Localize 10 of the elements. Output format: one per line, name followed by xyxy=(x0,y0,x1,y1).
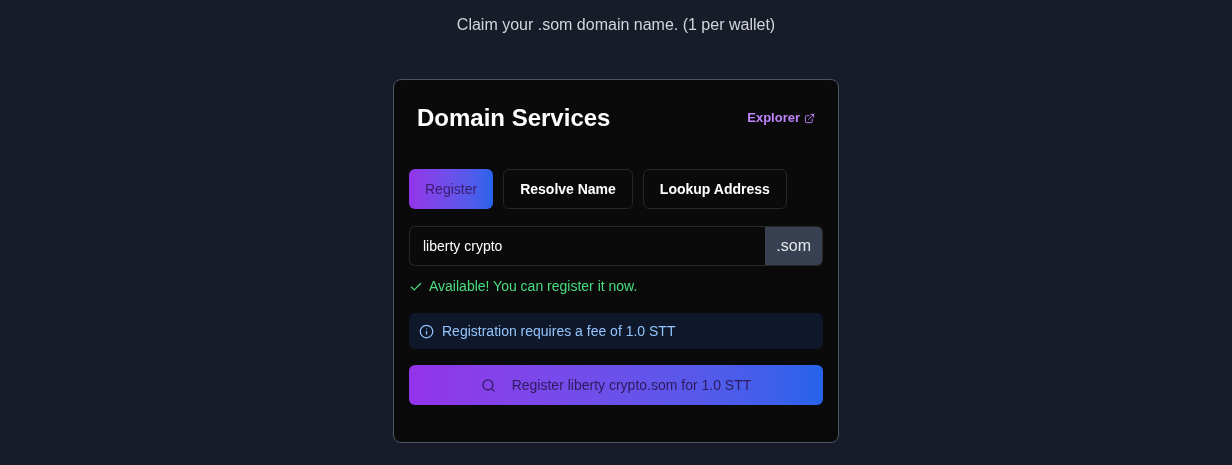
tab[interactable]: Resolve Name xyxy=(503,169,633,209)
card-title: Domain Services xyxy=(417,103,611,133)
info-icon xyxy=(419,323,434,339)
explorer-link[interactable]: Explorer xyxy=(747,108,815,128)
tab[interactable]: Lookup Address xyxy=(642,169,787,209)
search-icon xyxy=(480,377,496,393)
external-link-icon xyxy=(804,112,815,124)
tagline: Claim your .som domain name. (1 per wallet) xyxy=(456,15,776,35)
fee-notice: Registration requires a fee of 1.0 STT xyxy=(442,321,676,341)
availability-message: Available! You can register it now. xyxy=(429,277,638,296)
